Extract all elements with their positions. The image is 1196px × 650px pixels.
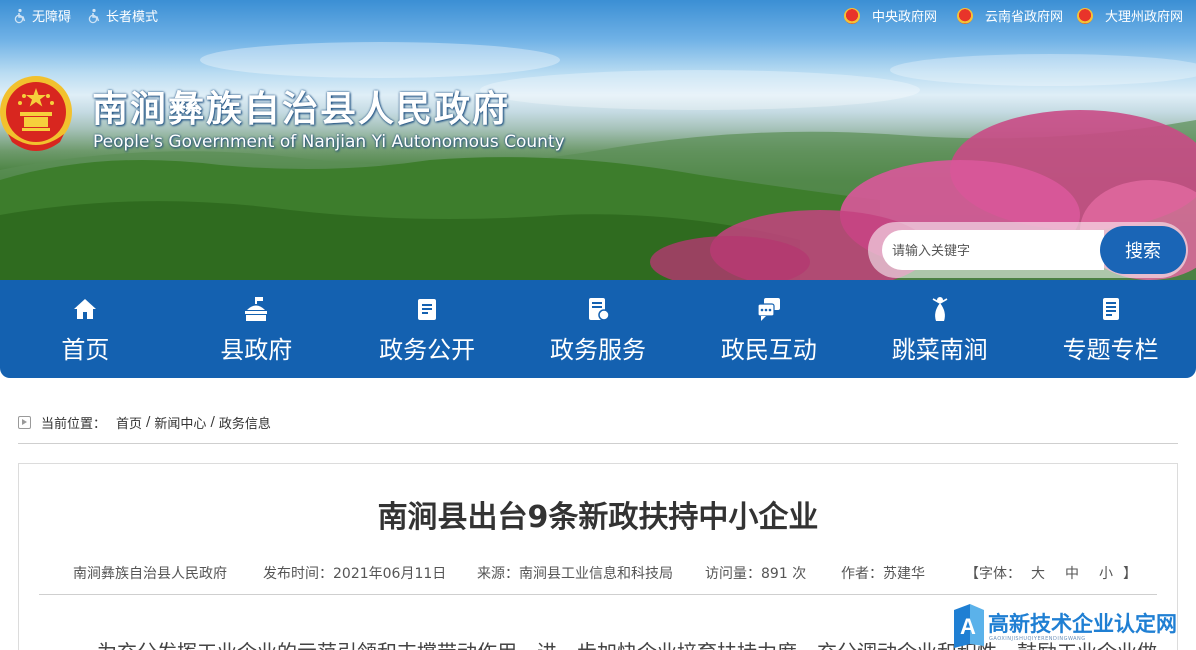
service-icon: [589, 298, 610, 321]
breadcrumb-home[interactable]: 首页: [116, 413, 142, 432]
nav-item-government-affairs[interactable]: 政务公开: [342, 280, 513, 378]
meta-views-value: 891: [761, 566, 788, 582]
nav-label-county-government: 县政府: [220, 336, 293, 364]
wheelchair-icon: [14, 8, 26, 23]
top-bar: 无障碍 长者模式 中央政府网 云南省政府网 大理州政府网: [0, 0, 1196, 30]
dancer-icon: [932, 297, 948, 321]
meta-source: 来源：南涧县工业信息和科技局: [477, 563, 673, 583]
meta-publisher: 南涧彝族自治县人民政府: [73, 566, 227, 582]
meta-source-label: 来源：: [477, 566, 519, 582]
watermark-logo-icon: A: [954, 604, 984, 648]
meta-date-label: 发布时间：: [263, 566, 333, 582]
location-icon: [18, 415, 31, 429]
article-meta: 南涧彝族自治县人民政府 发布时间：2021年06月11日 来源：南涧县工业信息和…: [19, 563, 1177, 583]
elder-mode-link[interactable]: 长者模式: [86, 6, 158, 25]
watermark-subtext: GAOXINJISHUQIYERENDINGWANG: [989, 636, 1086, 642]
meta-author: 作者：苏建华: [841, 563, 925, 583]
breadcrumb-separator: /: [146, 414, 151, 430]
search-button[interactable]: 搜索: [1100, 226, 1186, 274]
watermark: A 高新技术企业认定网 GAOXINJISHUQIYERENDINGWANG: [950, 602, 1196, 650]
meta-author-label: 作者：: [841, 566, 883, 582]
chat-icon: [757, 298, 780, 321]
site-title: 南涧彝族自治县人民政府: [92, 89, 511, 130]
breadcrumb-prefix: 当前位置：: [41, 416, 107, 432]
header-banner: 无障碍 长者模式 中央政府网 云南省政府网 大理州政府网 南涧彝族自治县人民政府…: [0, 0, 1196, 280]
yunnan-gov-label: 云南省政府网: [985, 10, 1064, 25]
document-icon: [418, 299, 437, 320]
meta-views-label: 访问量：: [705, 566, 761, 582]
accessibility-label: 无障碍: [32, 10, 72, 25]
font-size-medium[interactable]: 中: [1065, 566, 1079, 582]
font-size-label: 【字体：: [965, 566, 1021, 582]
meta-divider: [39, 594, 1157, 595]
elder-icon: [88, 8, 100, 23]
accessibility-link[interactable]: 无障碍: [12, 6, 71, 25]
central-gov-link[interactable]: 中央政府网: [844, 6, 937, 25]
nav-item-public-interaction[interactable]: 政民互动: [683, 280, 854, 378]
breadcrumb-government-info[interactable]: 政务信息: [219, 413, 271, 432]
meta-views-unit: 次: [792, 566, 807, 582]
nav-item-government-services[interactable]: 政务服务: [513, 280, 684, 378]
font-size-small[interactable]: 小: [1099, 566, 1113, 582]
dali-gov-label: 大理州政府网: [1105, 10, 1184, 25]
central-gov-label: 中央政府网: [872, 10, 938, 25]
site-subtitle: People's Government of Nanjian Yi Autono…: [93, 132, 565, 152]
national-emblem-icon: [844, 7, 860, 24]
nav-label-public-interaction: 政民互动: [720, 336, 817, 364]
nav-item-special-topics[interactable]: 专题专栏: [1025, 280, 1196, 378]
national-emblem-icon: [1077, 7, 1093, 24]
article-title: 南涧县出台9条新政扶持中小企业: [377, 500, 819, 535]
font-size-large[interactable]: 大: [1031, 566, 1045, 582]
breadcrumb: 当前位置： 首页 / 新闻中心 / 政务信息: [18, 412, 271, 432]
watermark-text: 高新技术企业认定网: [988, 612, 1177, 636]
search-input[interactable]: [882, 230, 1104, 270]
font-size-close: 】: [1123, 566, 1137, 582]
meta-date-value: 2021年06月11日: [333, 566, 447, 582]
breadcrumb-separator: /: [210, 414, 215, 430]
nav-item-home[interactable]: 首页: [0, 280, 171, 378]
nav-label-home: 首页: [61, 336, 110, 364]
meta-source-value: 南涧县工业信息和科技局: [519, 566, 673, 582]
nav-label-special-topics: 专题专栏: [1062, 336, 1159, 364]
nav-label-tiaocai-nanjian: 跳菜南涧: [891, 336, 988, 364]
meta-date: 发布时间：2021年06月11日: [263, 563, 446, 583]
font-size-control: 【字体： 大 中 小】: [965, 563, 1137, 583]
nav-label-government-services: 政务服务: [550, 336, 646, 364]
svg-text:A: A: [960, 614, 976, 639]
dali-gov-link[interactable]: 大理州政府网: [1077, 6, 1183, 25]
breadcrumb-news-center[interactable]: 新闻中心: [154, 413, 206, 432]
meta-views: 访问量：891 次: [705, 563, 806, 583]
main-nav: 首页 县政府 政务公开 政务服务 政民互动 跳菜南涧 专题专栏: [0, 280, 1196, 378]
national-emblem-logo[interactable]: [0, 72, 76, 156]
yunnan-gov-link[interactable]: 云南省政府网: [957, 6, 1063, 25]
nav-item-county-government[interactable]: 县政府: [171, 280, 342, 378]
search-box: 搜索: [868, 222, 1188, 278]
nav-item-tiaocai-nanjian[interactable]: 跳菜南涧: [854, 280, 1025, 378]
breadcrumb-divider: [18, 443, 1178, 444]
meta-author-value: 苏建华: [883, 566, 925, 582]
column-icon: [1102, 298, 1119, 320]
elder-mode-label: 长者模式: [106, 10, 159, 25]
home-icon: [74, 299, 97, 319]
government-building-icon: [245, 297, 268, 321]
national-emblem-icon: [957, 7, 973, 24]
nav-label-government-affairs: 政务公开: [379, 336, 476, 364]
